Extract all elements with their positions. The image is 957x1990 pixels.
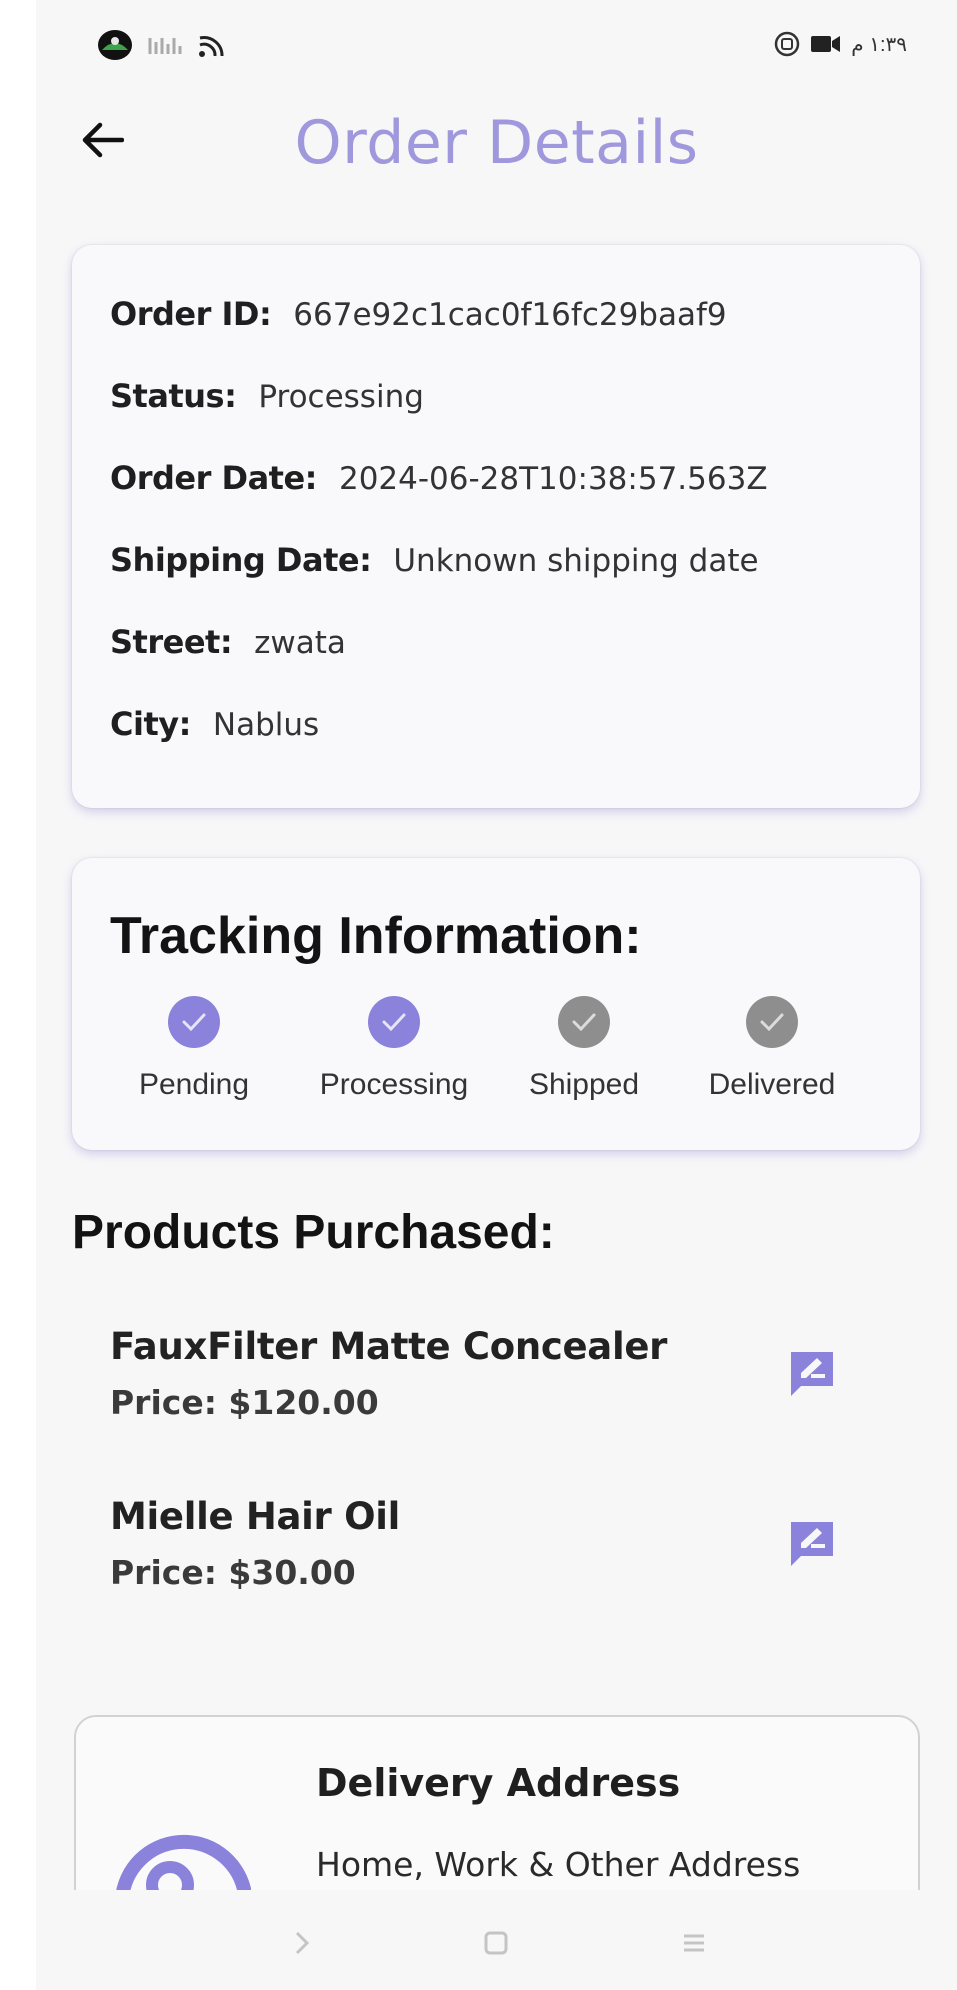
city-row: City: Nablus	[110, 705, 319, 743]
order-id-value: 667e92c1cac0f16fc29baaf9	[293, 297, 727, 333]
system-nav-bar	[36, 1890, 957, 1990]
order-details-card: Order ID: 667e92c1cac0f16fc29baaf9 Statu…	[72, 245, 920, 808]
status-value: Processing	[258, 379, 424, 415]
status-label: Status:	[110, 377, 237, 415]
nav-recents-button[interactable]	[664, 1918, 724, 1968]
nav-back-button[interactable]	[272, 1918, 332, 1968]
check-circle-icon	[558, 996, 610, 1048]
video-camera-icon	[811, 36, 841, 52]
delivery-address-subtitle: Home, Work & Other Address	[316, 1845, 801, 1884]
check-circle-icon	[746, 996, 798, 1048]
shipping-date-row: Shipping Date: Unknown shipping date	[110, 541, 759, 579]
nav-home-button[interactable]	[466, 1918, 526, 1968]
product-price: Price: $30.00	[110, 1553, 356, 1592]
phone-screen: ١:٣٩ م Order Details Order ID: 667e92c1c…	[36, 0, 957, 1990]
product-item: FauxFilter Matte Concealer Price: $120.0…	[110, 1325, 890, 1445]
order-date-value: 2024-06-28T10:38:57.563Z	[338, 461, 768, 497]
street-value: zwata	[254, 625, 346, 661]
shipping-date-label: Shipping Date:	[110, 541, 372, 579]
app-notification-icon	[98, 30, 132, 60]
tracking-step-processing: Processing	[294, 996, 494, 1102]
city-label: City:	[110, 705, 191, 743]
chevron-right-icon	[295, 1931, 310, 1955]
square-icon	[484, 1931, 508, 1955]
status-row: Status: Processing	[110, 377, 424, 415]
review-product-button[interactable]	[782, 1343, 842, 1403]
tracking-title: Tracking Information:	[110, 907, 642, 965]
tracking-step-shipped: Shipped	[484, 996, 684, 1102]
delivery-address-title: Delivery Address	[316, 1761, 681, 1805]
check-circle-icon	[368, 996, 420, 1048]
order-date-row: Order Date: 2024-06-28T10:38:57.563Z	[110, 459, 768, 497]
review-product-button[interactable]	[782, 1513, 842, 1573]
status-bar-right: ١:٣٩ م	[773, 30, 907, 58]
shipping-date-value: Unknown shipping date	[393, 543, 759, 579]
nfc-icon	[775, 31, 800, 57]
order-id-label: Order ID:	[110, 295, 272, 333]
cast-icon	[199, 36, 224, 57]
app-bar: Order Details	[36, 90, 957, 190]
menu-icon	[684, 1934, 704, 1952]
tracking-step-label: Pending	[138, 1068, 250, 1101]
products-section-title: Products Purchased:	[72, 1206, 555, 1259]
status-bar: ١:٣٩ م	[36, 0, 957, 80]
street-row: Street: zwata	[110, 623, 346, 661]
product-price: Price: $120.00	[110, 1383, 379, 1422]
tracking-step-label: Delivered	[708, 1068, 836, 1101]
product-name: FauxFilter Matte Concealer	[110, 1325, 668, 1368]
tracking-step-delivered: Delivered	[672, 996, 872, 1102]
check-circle-icon	[168, 996, 220, 1048]
street-label: Street:	[110, 623, 233, 661]
tracking-step-label: Shipped	[528, 1068, 640, 1101]
order-id-row: Order ID: 667e92c1cac0f16fc29baaf9	[110, 295, 727, 333]
order-date-label: Order Date:	[110, 459, 317, 497]
vpn-icon	[148, 38, 182, 54]
tracking-step-label: Processing	[319, 1068, 469, 1101]
tracking-step-pending: Pending	[94, 996, 294, 1102]
city-value: Nablus	[212, 707, 320, 743]
rate-review-icon	[791, 1522, 833, 1566]
tracking-card: Tracking Information: Pending Processing…	[72, 858, 920, 1150]
status-time: ١:٣٩ م	[851, 33, 907, 56]
page-title: Order Details	[294, 108, 699, 178]
product-name: Mielle Hair Oil	[110, 1495, 401, 1538]
product-item: Mielle Hair Oil Price: $30.00	[110, 1495, 890, 1615]
status-bar-left	[96, 28, 228, 62]
rate-review-icon	[791, 1352, 833, 1396]
